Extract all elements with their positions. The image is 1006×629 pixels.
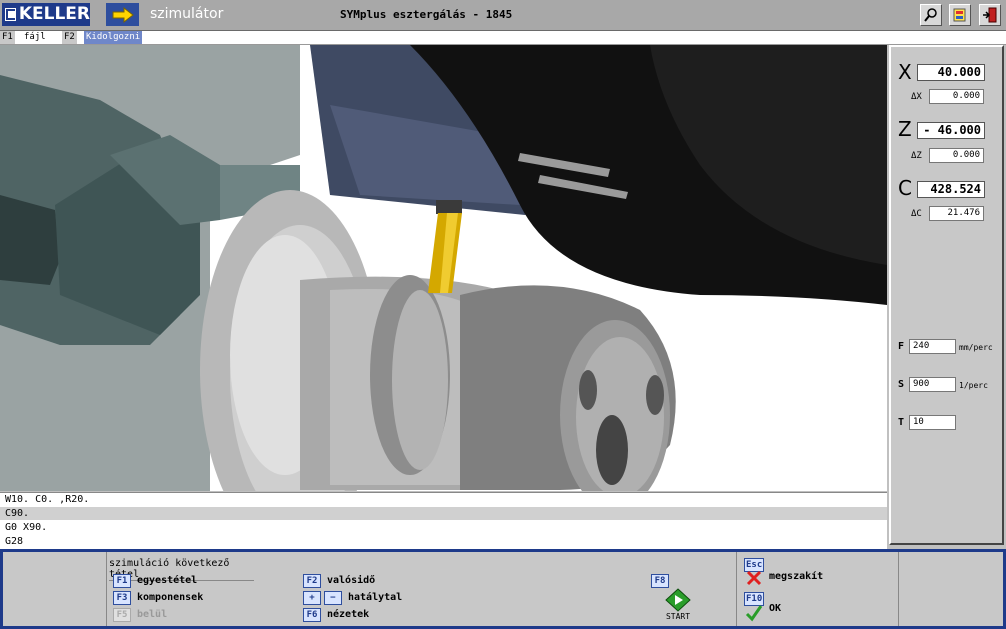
effect-label: hatálytal (348, 592, 403, 603)
speed-value: 900 (909, 377, 956, 392)
softkey-panel: szimuláció következő tétel F1 egyestétel… (3, 552, 1003, 626)
export-button[interactable] (949, 4, 971, 26)
tool-label: T (898, 417, 905, 428)
f5-key[interactable]: F5 (113, 608, 131, 622)
logo-mark-icon (5, 8, 16, 21)
nc-code-panel: W10. C0. ,R20. C90. G0 X90. G28 (0, 492, 887, 549)
speed-label: S (898, 379, 905, 390)
zoom-button[interactable] (920, 4, 942, 26)
code-line: G28 (5, 536, 24, 547)
code-line: W10. C0. ,R20. (5, 494, 90, 505)
feed-unit: mm/perc (959, 343, 993, 352)
start-button[interactable]: START (659, 588, 697, 622)
cancel-icon (745, 570, 763, 589)
delta-z-label: ΔZ (911, 151, 922, 161)
f6-key[interactable]: F6 (303, 608, 321, 622)
ok-label[interactable]: OK (769, 602, 781, 616)
divider (106, 552, 107, 626)
axis-z-label: Z (898, 117, 912, 141)
f8-key[interactable]: F8 (651, 574, 669, 588)
arrow-right-icon (106, 3, 139, 26)
start-icon (665, 588, 691, 612)
code-line: G0 X90. (5, 522, 48, 533)
delta-c-value: 21.476 (929, 206, 984, 221)
inside-label: belül (137, 609, 168, 620)
start-label: START (665, 612, 691, 621)
delta-z-value: 0.000 (929, 148, 984, 163)
plus-key[interactable]: + (303, 591, 321, 605)
keller-logo: KELLER (2, 3, 90, 26)
menu-key-f2: F2 (62, 31, 77, 44)
divider (898, 552, 899, 626)
lathe-3d-scene (0, 45, 887, 491)
ok-check-icon (745, 604, 763, 625)
axis-c-label: C (898, 176, 912, 200)
app-name: szimulátor (150, 6, 224, 22)
simulation-viewport[interactable] (0, 45, 887, 491)
menu-bar: F1 fájl F2 Kidolgozni (0, 31, 1006, 45)
axis-c-value: 428.524 (917, 181, 985, 198)
exit-button[interactable] (979, 4, 1001, 26)
axis-x-label: X (898, 60, 912, 84)
f3-key[interactable]: F3 (113, 591, 131, 605)
feed-value: 240 (909, 339, 956, 354)
tool-value: 10 (909, 415, 956, 430)
views-label: nézetek (327, 609, 370, 620)
title-bar: KELLER szimulátor SYMplus esztergálás - … (0, 0, 1006, 31)
magnifier-icon (924, 8, 937, 22)
minus-key[interactable]: − (324, 591, 342, 605)
menu-item-file[interactable]: fájl (22, 31, 48, 44)
f1-key[interactable]: F1 (113, 574, 131, 588)
code-line-current: C90. (0, 507, 887, 520)
single-step-label: egyestétel (137, 575, 198, 586)
export-icon (953, 8, 966, 22)
cancel-label[interactable]: megszakít (769, 570, 823, 584)
delta-c-label: ΔC (911, 209, 922, 219)
realtime-label: valósidő (327, 575, 376, 586)
exit-door-icon (983, 7, 997, 23)
axis-z-value: - 46.000 (917, 122, 985, 139)
window-title: SYMplus esztergálás - 1845 (340, 8, 513, 21)
divider (736, 552, 737, 626)
delta-x-label: ΔX (911, 92, 922, 102)
menu-item-process[interactable]: Kidolgozni (84, 31, 143, 44)
f2-key[interactable]: F2 (303, 574, 321, 588)
speed-unit: 1/perc (959, 381, 988, 390)
components-label: komponensek (137, 592, 204, 603)
axis-x-value: 40.000 (917, 64, 985, 81)
delta-x-value: 0.000 (929, 89, 984, 104)
coordinate-panel: X 40.000 ΔX 0.000 Z - 46.000 ΔZ 0.000 C … (889, 45, 1004, 545)
menu-key-f1: F1 (0, 31, 15, 44)
feed-label: F (898, 341, 905, 352)
softkey-bar: szimuláció következő tétel F1 egyestétel… (0, 549, 1006, 629)
